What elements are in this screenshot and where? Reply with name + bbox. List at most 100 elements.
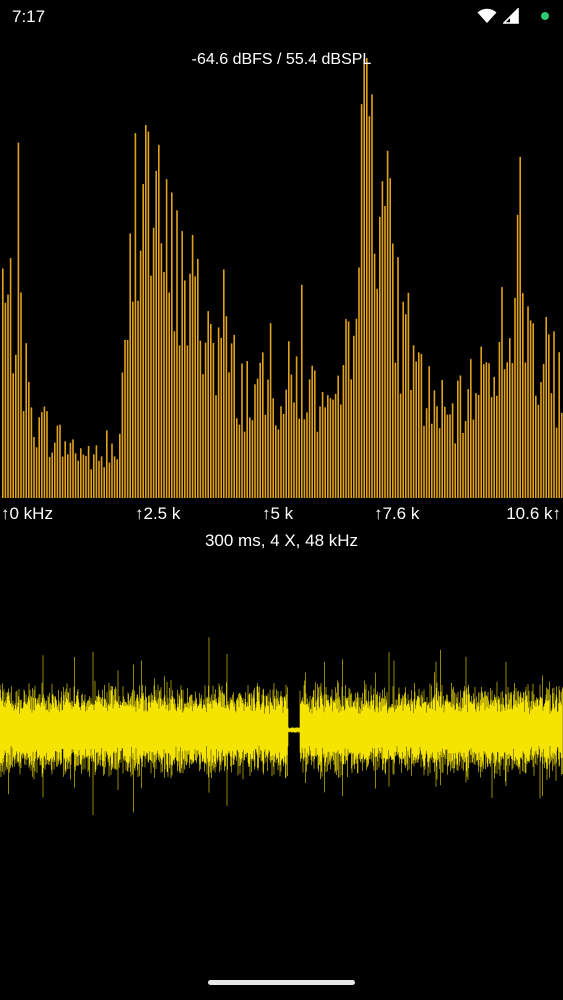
navigation-handle[interactable] [208,980,355,985]
spectrum-bar [126,340,129,498]
spectrum-bar [22,411,25,498]
spectrum-bar [275,425,277,498]
spectrum-bar [514,297,516,498]
spectrum-bar [384,206,386,498]
spectrum-bar [241,363,243,498]
spectrum-bar [498,342,501,498]
spectrum-bar [64,441,66,498]
spectrum-bar [436,406,438,498]
spectrum-bar [267,379,269,498]
spectrum-bar [119,433,121,498]
spectrum-bar [9,258,12,498]
spectrum-bar [199,340,202,498]
spectrum-bar [561,412,563,498]
spectrum-bar [327,395,329,498]
spectrum-bar [82,454,85,498]
spectrum-bar [80,448,82,498]
spectrum-bar [72,439,74,498]
spectrum-bar [431,423,433,498]
spectrum-bar [558,352,560,498]
spectrum-bar [355,318,358,498]
spectrum-bar [366,58,368,498]
spectrum-bar [467,389,469,498]
spectrum-bar [485,362,488,498]
spectrum-bar [480,346,482,498]
spectrum-bar [90,469,92,498]
spectrum-bar [511,363,514,498]
spectrum-bar [139,250,142,498]
spectrum-bar [451,403,454,498]
spectrum-bar [373,253,376,498]
spectrum-bar [394,362,397,498]
spectrum-bar [527,306,529,498]
spectrum-bar [152,227,155,498]
spectrum-bar [519,156,521,498]
spectrum-bar [496,395,498,498]
spectrum-bar [379,216,381,499]
spectrum-bar [103,467,105,498]
spectrum-bar [41,412,43,498]
spectrum-bar [353,335,355,498]
spectrum-bar [399,393,402,498]
spectrum-bar [319,406,321,498]
spectrum-bar [472,419,475,498]
spectrum-bar [337,375,339,498]
freq-tick-label: ↑7.6 k [374,504,420,523]
spectrum-bar [503,369,506,498]
spectrum-bar [150,275,152,498]
spectrum-bar [204,342,207,498]
spectrum-bar [428,366,430,498]
spectrum-bar [220,337,222,498]
spectrum-bar [246,361,248,498]
spectrum-bar [457,380,459,498]
spectrum-bar [332,399,334,498]
spectrum-bar [306,412,308,498]
spectrum-bar [483,364,485,498]
spectrum-bar [293,402,295,498]
spectrum-bar [269,323,272,498]
status-time: 7:17 [12,7,46,26]
spectrum-bar [176,210,178,499]
spectrum-bar [132,301,134,498]
waveform-trace [0,637,563,815]
spectrum-bar [225,316,228,498]
spectrum-bar [142,184,144,498]
spectrum-bar [316,431,319,498]
spectrum-bar [542,363,545,498]
spectrum-bar [233,334,235,498]
spectrum-bar [350,379,352,498]
spectrum-bar [329,398,332,498]
status-icons [477,8,549,24]
spectrum-bar [464,421,467,498]
spectrum-bar [7,294,9,498]
spectrum-bar [171,192,173,498]
spectrum-bar [25,343,27,498]
spectrum-bar [256,378,259,498]
spectrum-bar [145,125,147,498]
spectrum-bar [288,341,290,498]
spectrum-bar [28,381,30,498]
spectrum-bar [290,374,293,498]
status-bar: 7:17 [0,0,563,34]
spectrum-bar [129,233,131,498]
spectrum-bar [20,292,22,498]
spectrum-bar [212,342,215,498]
spectrum-bar [111,443,113,498]
spectrum-bar [87,446,90,498]
spectrum-bar [100,456,103,498]
spectrum-bar [548,334,550,498]
spectrum-bar [280,406,282,498]
spectrum-bar [43,406,46,498]
spectrum-bar [509,338,511,498]
spectrum-bar [236,418,238,498]
spectrum-bar [537,404,540,498]
spectrum-bar [191,235,194,498]
spectrum-bar [33,437,35,498]
freq-tick-label: ↑2.5 k [135,504,181,523]
spectrum-bar [155,170,157,498]
spectrum-bar [69,442,72,498]
spectrum-bar [165,179,168,498]
spectrum-bar [324,407,326,498]
spectrum-bar [173,331,176,498]
spectrum-bar [98,460,100,498]
